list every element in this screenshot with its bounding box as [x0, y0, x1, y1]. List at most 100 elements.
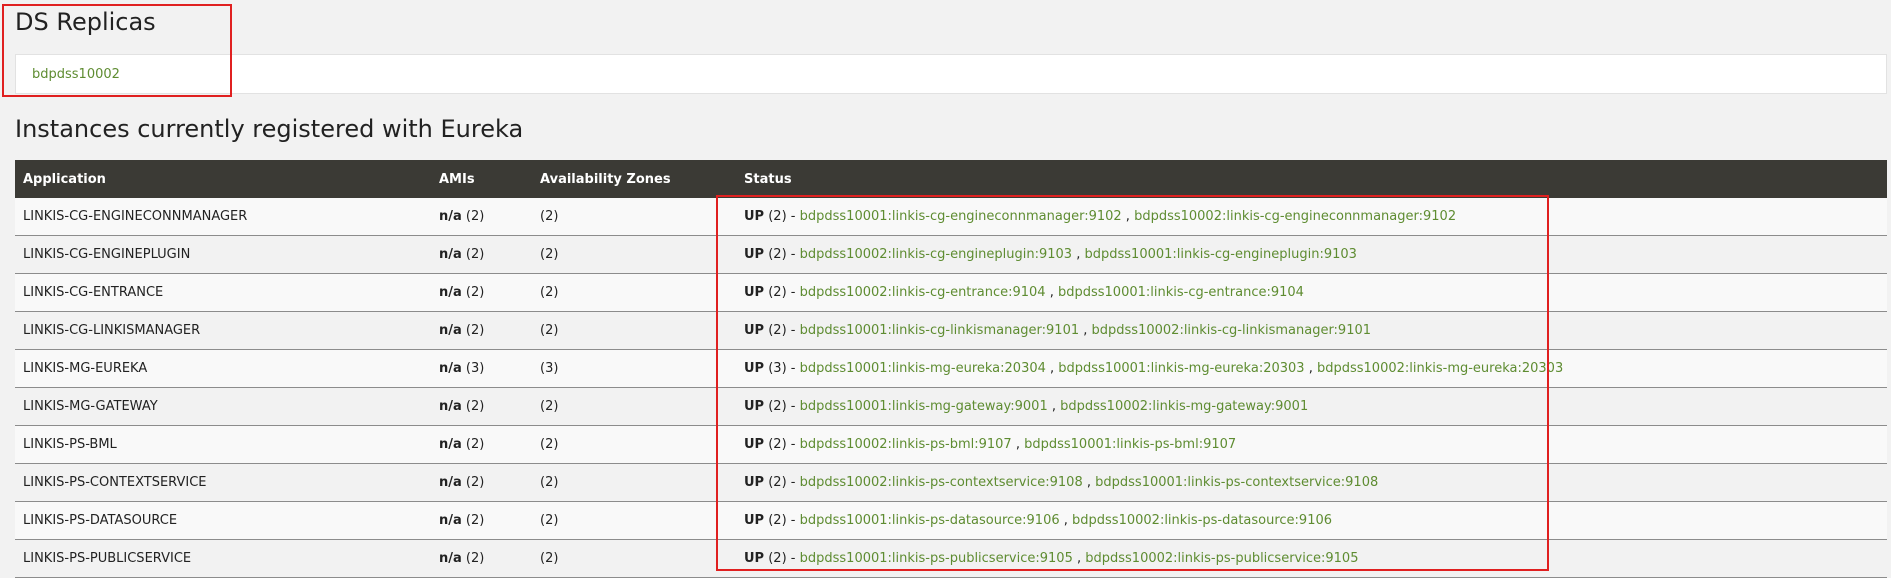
replicas-list: bdpdss10002	[15, 54, 1887, 94]
column-header-application: Application	[15, 160, 431, 198]
amis-cell: n/a (2)	[431, 463, 532, 502]
table-row: LINKIS-PS-BML n/a (2) (2) UP (2) - bdpdss10…	[15, 425, 1887, 464]
table-row: LINKIS-CG-ENTRANCE n/a (2) (2) UP (2) - bdp…	[15, 273, 1887, 312]
availability-zones-count: (2)	[532, 311, 736, 350]
instance-link[interactable]: bdpdss10002:linkis-ps-contextservice:910…	[800, 475, 1083, 490]
instance-link[interactable]: bdpdss10002:linkis-cg-engineplugin:9103	[800, 247, 1072, 262]
amis-cell: n/a (3)	[431, 349, 532, 388]
column-header-amis: AMIs	[431, 160, 532, 198]
status-cell: UP (2) - bdpdss10001:linkis-mg-gateway:9…	[736, 387, 1887, 426]
status-value: UP	[744, 475, 765, 490]
status-cell: UP (3) - bdpdss10001:linkis-mg-eureka:20…	[736, 349, 1887, 388]
amis-count: (2)	[465, 551, 485, 566]
instance-link[interactable]: bdpdss10002:linkis-ps-datasource:9106	[1072, 513, 1332, 528]
availability-zones-count: (2)	[532, 387, 736, 426]
application-name: LINKIS-CG-LINKISMANAGER	[15, 311, 431, 350]
availability-zones-count: (3)	[532, 349, 736, 388]
instance-link[interactable]: bdpdss10002:linkis-cg-engineconnmanager:…	[1134, 209, 1456, 224]
instance-link[interactable]: bdpdss10001:linkis-cg-linkismanager:9101	[800, 323, 1080, 338]
table-body: LINKIS-CG-ENGINECONNMANAGER n/a (2) (2) UP …	[15, 198, 1887, 578]
availability-zones-count: (2)	[532, 463, 736, 502]
status-count: (2)	[768, 437, 787, 452]
status-count: (2)	[768, 399, 787, 414]
amis-cell: n/a (2)	[431, 539, 532, 578]
instance-link[interactable]: bdpdss10002:linkis-ps-bml:9107	[800, 437, 1012, 452]
availability-zones-count: (2)	[532, 198, 736, 236]
status-value: UP	[744, 323, 765, 338]
availability-zones-count: (2)	[532, 425, 736, 464]
status-cell: UP (2) - bdpdss10002:linkis-ps-contextse…	[736, 463, 1887, 502]
status-value: UP	[744, 399, 765, 414]
instance-link[interactable]: bdpdss10002:linkis-mg-gateway:9001	[1060, 399, 1308, 414]
availability-zones-count: (2)	[532, 539, 736, 578]
status-value: UP	[744, 551, 765, 566]
status-count: (3)	[768, 361, 787, 376]
application-name: LINKIS-PS-BML	[15, 425, 431, 464]
status-cell: UP (2) - bdpdss10002:linkis-cg-engineplu…	[736, 235, 1887, 274]
status-value: UP	[744, 247, 765, 262]
application-name: LINKIS-PS-PUBLICSERVICE	[15, 539, 431, 578]
status-count: (2)	[768, 209, 787, 224]
application-name: LINKIS-CG-ENGINEPLUGIN	[15, 235, 431, 274]
instance-link[interactable]: bdpdss10001:linkis-cg-engineconnmanager:…	[800, 209, 1122, 224]
status-cell: UP (2) - bdpdss10001:linkis-ps-datasourc…	[736, 501, 1887, 540]
status-count: (2)	[768, 247, 787, 262]
amis-cell: n/a (2)	[431, 501, 532, 540]
replica-link[interactable]: bdpdss10002	[32, 67, 120, 82]
instance-link[interactable]: bdpdss10002:linkis-cg-linkismanager:9101	[1092, 323, 1372, 338]
status-count: (2)	[768, 513, 787, 528]
ds-replicas-title: DS Replicas	[15, 8, 156, 36]
amis-cell: n/a (2)	[431, 311, 532, 350]
table-row: LINKIS-PS-PUBLICSERVICE n/a (2) (2) UP (2) …	[15, 539, 1887, 578]
instance-link[interactable]: bdpdss10002:linkis-cg-entrance:9104	[800, 285, 1046, 300]
table-header-row: Application AMIs Availability Zones Stat…	[15, 160, 1887, 198]
amis-count: (2)	[465, 285, 485, 300]
amis-cell: n/a (2)	[431, 273, 532, 312]
status-cell: UP (2) - bdpdss10001:linkis-ps-publicser…	[736, 539, 1887, 578]
instance-link[interactable]: bdpdss10001:linkis-cg-entrance:9104	[1058, 285, 1304, 300]
status-cell: UP (2) - bdpdss10002:linkis-ps-bml:9107 …	[736, 425, 1887, 464]
availability-zones-count: (2)	[532, 273, 736, 312]
status-count: (2)	[768, 475, 787, 490]
amis-count: (2)	[465, 209, 485, 224]
amis-count: (2)	[465, 399, 485, 414]
instance-link[interactable]: bdpdss10002:linkis-ps-publicservice:9105	[1085, 551, 1358, 566]
application-name: LINKIS-PS-DATASOURCE	[15, 501, 431, 540]
amis-count: (2)	[465, 437, 485, 452]
status-value: UP	[744, 285, 765, 300]
amis-value: n/a	[439, 475, 462, 490]
status-value: UP	[744, 361, 765, 376]
application-name: LINKIS-CG-ENTRANCE	[15, 273, 431, 312]
application-name: LINKIS-MG-GATEWAY	[15, 387, 431, 426]
availability-zones-count: (2)	[532, 501, 736, 540]
amis-cell: n/a (2)	[431, 235, 532, 274]
instance-link[interactable]: bdpdss10001:linkis-mg-eureka:20303	[1058, 361, 1304, 376]
instance-link[interactable]: bdpdss10001:linkis-ps-bml:9107	[1024, 437, 1236, 452]
instance-link[interactable]: bdpdss10001:linkis-mg-eureka:20304	[800, 361, 1046, 376]
instance-link[interactable]: bdpdss10001:linkis-ps-publicservice:9105	[800, 551, 1073, 566]
amis-value: n/a	[439, 513, 462, 528]
table-row: LINKIS-MG-GATEWAY n/a (2) (2) UP (2) - bdpd…	[15, 387, 1887, 426]
status-cell: UP (2) - bdpdss10001:linkis-cg-enginecon…	[736, 198, 1887, 236]
amis-cell: n/a (2)	[431, 198, 532, 236]
application-name: LINKIS-CG-ENGINECONNMANAGER	[15, 198, 431, 236]
amis-count: (3)	[465, 361, 485, 376]
application-name: LINKIS-MG-EUREKA	[15, 349, 431, 388]
instance-link[interactable]: bdpdss10001:linkis-ps-datasource:9106	[800, 513, 1060, 528]
table-row: LINKIS-CG-ENGINEPLUGIN n/a (2) (2) UP (2) -…	[15, 235, 1887, 274]
amis-cell: n/a (2)	[431, 387, 532, 426]
status-value: UP	[744, 209, 765, 224]
column-header-availability-zones: Availability Zones	[532, 160, 736, 198]
application-name: LINKIS-PS-CONTEXTSERVICE	[15, 463, 431, 502]
instance-link[interactable]: bdpdss10002:linkis-mg-eureka:20303	[1317, 361, 1563, 376]
instance-link[interactable]: bdpdss10001:linkis-mg-gateway:9001	[800, 399, 1048, 414]
amis-count: (2)	[465, 513, 485, 528]
status-cell: UP (2) - bdpdss10002:linkis-cg-entrance:…	[736, 273, 1887, 312]
amis-value: n/a	[439, 323, 462, 338]
table-row: LINKIS-PS-CONTEXTSERVICE n/a (2) (2) UP (2)…	[15, 463, 1887, 502]
instance-link[interactable]: bdpdss10001:linkis-cg-engineplugin:9103	[1085, 247, 1357, 262]
table-row: LINKIS-CG-LINKISMANAGER n/a (2) (2) UP (2) …	[15, 311, 1887, 350]
amis-value: n/a	[439, 247, 462, 262]
amis-count: (2)	[465, 247, 485, 262]
instance-link[interactable]: bdpdss10001:linkis-ps-contextservice:910…	[1095, 475, 1378, 490]
